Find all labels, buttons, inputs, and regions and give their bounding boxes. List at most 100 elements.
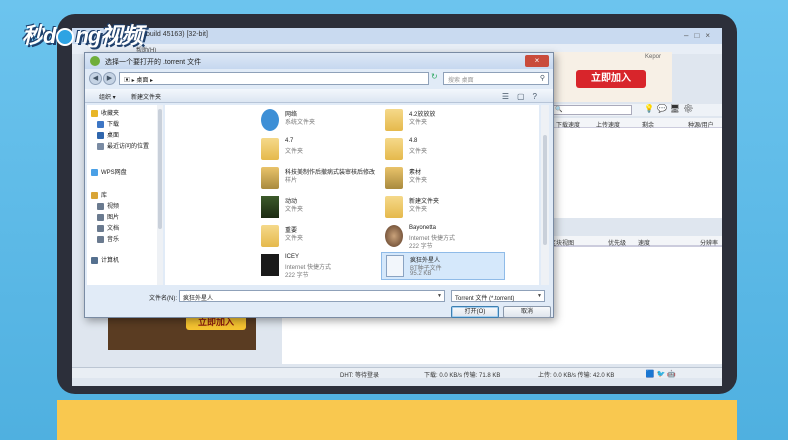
filename-input[interactable]: 疯狂外星人 ▼ [179,290,445,302]
nav-scroll-thumb[interactable] [158,109,162,229]
nav-item[interactable]: 视频 [97,201,119,211]
file-name: 4.8 [409,138,418,144]
app-title-bar: eta (build 45163) [32-bit] –□× [72,28,722,44]
dialog-title: 选择一个要打开的 .torrent 文件 [105,59,202,66]
nav-item[interactable]: 库 [91,190,107,200]
status-download: 下载: 0.0 KB/s 传输: 71.8 KB [424,373,501,379]
cancel-button[interactable]: 取消 [503,306,551,318]
nav-item-label: 视频 [107,204,120,210]
nav-item-label: 计算机 [101,258,120,264]
chevron-down-icon[interactable]: ▼ [437,293,442,299]
status-dht: DHT: 等待登录 [340,373,380,379]
nav-item[interactable]: 文档 [97,223,119,233]
nav-item-label: 文档 [107,226,120,232]
torrent-file-icon [386,255,404,277]
file-sub2: 222 字节 [409,244,433,250]
star-icon [91,109,98,117]
app-search-input[interactable]: 🔍 [552,105,632,115]
open-button[interactable]: 打开(O) [451,306,499,318]
nav-item[interactable]: 计算机 [91,255,119,265]
file-item[interactable]: 疯狂外星人 BT种子文件 95.2 KB [381,252,505,280]
search-input[interactable]: 搜索 桌面 ⚲ [443,72,549,85]
filename-value: 疯狂外星人 [183,296,214,302]
watermark-text-left: 秒 [22,23,44,48]
screen: eta (build 45163) [32-bit] –□× 帮助(H) Kep… [72,28,722,386]
forward-button[interactable]: ▶ [103,72,116,85]
utorrent-icon [90,56,100,66]
watermark-d: d [43,23,56,48]
file-item[interactable]: ICEY Internet 快捷方式 222 字节 [257,252,381,280]
back-button[interactable]: ◀ [89,72,102,85]
folder-icon [261,138,279,160]
file-sub: 文件夹 [285,149,304,155]
nav-item[interactable]: 下载 [97,119,119,129]
file-item[interactable]: 4.2放放放 文件夹 [381,107,505,135]
file-item[interactable]: Bayonetta Internet 快捷方式 222 字节 [381,223,505,251]
ad-join-button[interactable]: 立即加入 [576,70,646,88]
toolbar-icons[interactable]: 💡💬🖥⚙ [644,104,696,113]
filetype-select[interactable]: Torrent 文件 (*.torrent) ▼ [451,290,545,302]
navigation-pane: 收藏夹下载桌面最近访问的位置 WPS网盘库视频图片文档音乐计算机 [87,105,163,285]
address-row: ◀ ▶ ▣ ▸ 桌面 ▸ ↻ 搜索 桌面 ⚲ [85,71,553,87]
computer-icon [91,256,98,264]
file-scrollbar[interactable] [541,105,549,285]
file-item[interactable]: 4.8 文件夹 [381,136,505,164]
close-button[interactable]: × [525,55,549,67]
nav-item[interactable]: 音乐 [97,234,119,244]
file-item[interactable]: 重要 文件夹 [257,223,381,251]
file-name: ICEY [285,254,300,260]
file-sub: 文件夹 [285,236,304,242]
nav-item[interactable]: 桌面 [97,130,119,140]
status-bar: DHT: 等待登录 下载: 0.0 KB/s 传输: 71.8 KB 上传: 0… [72,367,722,379]
view-options[interactable]: ☰▢? [502,92,545,101]
nav-scrollbar[interactable] [157,105,163,285]
file-item[interactable]: 4.7 文件夹 [257,136,381,164]
music-icon [97,235,104,243]
filename-row: 文件名(N): 疯狂外星人 ▼ Torrent 文件 (*.torrent) ▼ [85,289,553,303]
file-item[interactable]: 科技美制作后撤病式装审核后修改 样片 [257,165,381,193]
library-icon [91,191,98,199]
social-icons[interactable]: 🟦🐦🤖 [646,370,678,378]
torrent-list[interactable] [550,128,722,218]
organize-button[interactable]: 组织 ▾ [99,92,116,101]
nav-item-label: 图片 [107,215,120,221]
nav-item-label: 音乐 [107,237,120,243]
file-item[interactable]: 动动 文件夹 [257,194,381,222]
open-file-dialog: 选择一个要打开的 .torrent 文件 × ◀ ▶ ▣ ▸ 桌面 ▸ ↻ 搜索… [84,52,554,318]
folder-icon [261,225,279,247]
nav-item[interactable]: 收藏夹 [91,108,119,118]
laptop-base [57,400,737,440]
watermark-ng: ng [75,23,101,48]
folder-icon [385,138,403,160]
new-folder-button[interactable]: 新建文件夹 [131,92,161,101]
address-bar[interactable]: ▣ ▸ 桌面 ▸ [119,72,429,85]
ad-banner[interactable]: Kepor 立即加入 [550,52,672,102]
file-sub2: 222 字节 [285,273,309,279]
nav-item-label: 库 [101,193,108,199]
nav-item[interactable]: 最近访问的位置 [97,141,149,151]
nav-item-label: 下载 [107,122,120,128]
ad-label: Kepor [645,54,662,60]
search-icon: ⚲ [539,75,545,82]
app-toolbar: 🔍 💡💬🖥⚙ [550,104,722,116]
search-placeholder: 搜索 桌面 [448,78,474,84]
recent-icon [97,142,104,150]
nav-item[interactable]: 图片 [97,212,119,222]
network-icon [261,109,279,131]
nav-item-label: WPS网盘 [101,170,127,176]
file-sub: 样片 [285,178,298,184]
file-scroll-thumb[interactable] [543,135,547,245]
file-item[interactable]: 网络 系统文件夹 [257,107,381,135]
file-item[interactable]: 素材 文件夹 [381,165,505,193]
chevron-down-icon[interactable]: ▼ [537,293,542,299]
filetype-value: Torrent 文件 (*.torrent) [455,296,515,302]
folder-icon [261,196,279,218]
nav-item-label: 最近访问的位置 [107,144,150,150]
file-sub: 文件夹 [409,178,428,184]
file-item[interactable]: 新建文件夹 文件夹 [381,194,505,222]
nav-item[interactable]: WPS网盘 [91,167,127,177]
refresh-icon[interactable]: ↻ [431,72,438,81]
file-name: 科技美制作后撤病式装审核后修改 [285,170,376,176]
window-controls[interactable]: –□× [684,31,716,40]
dialog-title-bar: 选择一个要打开的 .torrent 文件 × [85,53,553,69]
